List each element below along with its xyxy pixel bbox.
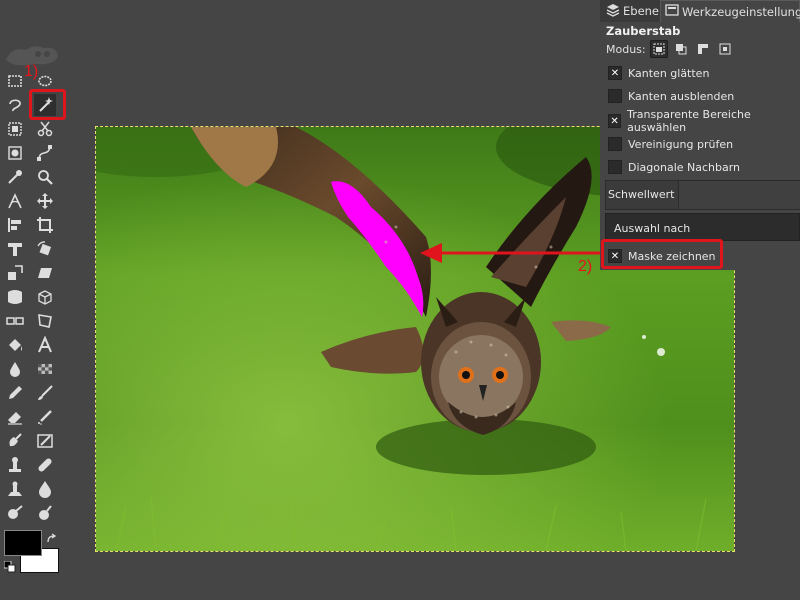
annotation-arrow [420, 243, 600, 263]
